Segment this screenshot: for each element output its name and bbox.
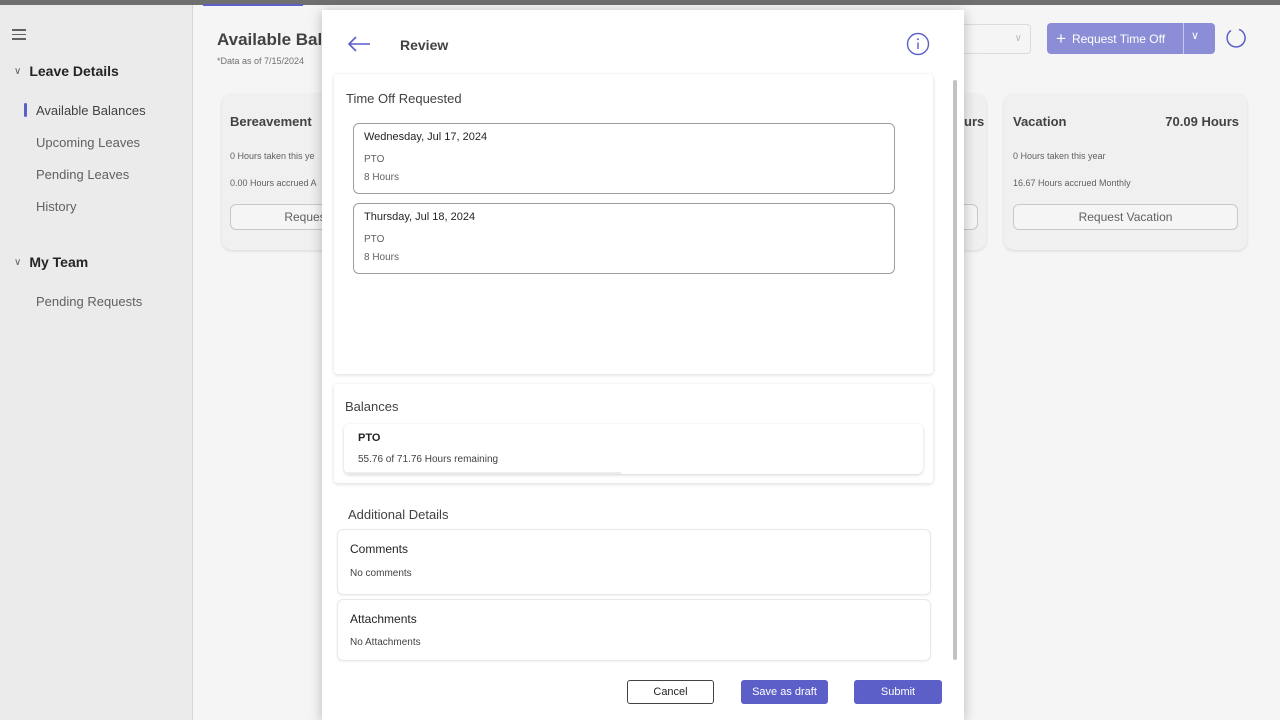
- scrollbar-thumb[interactable]: [953, 80, 957, 660]
- request-vacation-button[interactable]: Request Vacation: [1013, 204, 1238, 230]
- scrollbar[interactable]: [952, 80, 958, 665]
- page-title: Available Bala: [217, 30, 332, 49]
- nav-group-label: Leave Details: [29, 63, 119, 79]
- card-accrued: 0.00 Hours accrued A: [230, 178, 317, 188]
- request-time-off-label: Request Time Off: [1071, 31, 1166, 46]
- card-accrued: 16.67 Hours accrued Monthly: [1013, 178, 1131, 188]
- refresh-icon[interactable]: [1224, 26, 1248, 50]
- balance-name: PTO: [358, 432, 381, 444]
- card-taken: 0 Hours taken this year: [1013, 151, 1106, 161]
- day-date: Wednesday, Jul 17, 2024: [364, 131, 488, 143]
- attachments-label: Attachments: [350, 612, 417, 626]
- active-tab-indicator: [203, 4, 303, 6]
- panel-title: Review: [400, 37, 449, 53]
- time-off-requested-section: Time Off Requested Wednesday, Jul 17, 20…: [334, 74, 933, 374]
- chevron-down-icon: ∨: [14, 256, 22, 268]
- comments-value: No comments: [350, 568, 412, 579]
- back-arrow-icon[interactable]: [346, 34, 372, 54]
- attachments-field[interactable]: Attachments No Attachments: [337, 599, 931, 661]
- attachments-value: No Attachments: [350, 637, 421, 648]
- chevron-down-icon: ∨: [14, 65, 22, 77]
- section-title: Time Off Requested: [346, 91, 462, 106]
- nav-group-leave-details[interactable]: ∨ Leave Details: [14, 63, 119, 79]
- request-time-off-button[interactable]: + Request Time Off: [1047, 23, 1215, 54]
- active-indicator: [24, 103, 27, 117]
- day-hours: 8 Hours: [364, 252, 400, 263]
- day-date: Thursday, Jul 18, 2024: [364, 211, 476, 223]
- card-taken: 0 Hours taken this ye: [230, 151, 315, 161]
- day-hours: 8 Hours: [364, 172, 400, 183]
- day-type: PTO: [364, 234, 385, 245]
- day-card: Wednesday, Jul 17, 2024 PTO 8 Hours: [353, 123, 895, 194]
- day-card: Thursday, Jul 18, 2024 PTO 8 Hours: [353, 203, 895, 274]
- balance-card-pto: PTO 55.76 of 71.76 Hours remaining: [344, 424, 923, 474]
- nav-group-label: My Team: [29, 254, 89, 270]
- submit-button[interactable]: Submit: [854, 680, 942, 704]
- card-hours: 70.09 Hours: [1165, 114, 1239, 129]
- sidebar-item-pending-leaves[interactable]: Pending Leaves: [36, 167, 129, 182]
- review-panel: Review Time Off Requested Wednesday, Jul…: [322, 10, 964, 720]
- card-title: Vacation: [1013, 114, 1067, 129]
- balance-card-vacation: Vacation 70.09 Hours 0 Hours taken this …: [1004, 94, 1247, 250]
- filter-dropdown[interactable]: ∨: [963, 24, 1031, 54]
- cancel-button[interactable]: Cancel: [627, 680, 714, 704]
- sidebar: ∨ Leave Details Available Balances Upcom…: [0, 5, 193, 720]
- info-icon[interactable]: [906, 32, 930, 56]
- comments-field[interactable]: Comments No comments: [337, 529, 931, 595]
- section-title: Balances: [345, 399, 399, 414]
- sidebar-item-upcoming-leaves[interactable]: Upcoming Leaves: [36, 135, 140, 150]
- nav-group-my-team[interactable]: ∨ My Team: [14, 254, 88, 270]
- data-as-of: *Data as of 7/15/2024: [217, 56, 305, 66]
- balance-remaining: 55.76 of 71.76 Hours remaining: [358, 454, 499, 465]
- sidebar-item-history[interactable]: History: [36, 199, 76, 214]
- request-dropdown-chevron-icon[interactable]: ∨: [1191, 29, 1199, 42]
- save-as-draft-button[interactable]: Save as draft: [741, 680, 828, 704]
- day-type: PTO: [364, 154, 385, 165]
- sidebar-item-pending-requests[interactable]: Pending Requests: [36, 294, 142, 309]
- balance-card-bereavement: Bereavement 0 Hours taken this ye 0.00 H…: [222, 94, 340, 250]
- additional-details-title: Additional Details: [348, 507, 449, 522]
- card-title: Bereavement: [230, 114, 312, 129]
- split-divider: [1183, 23, 1184, 54]
- chevron-down-icon: ∨: [1014, 33, 1022, 44]
- comments-label: Comments: [350, 542, 409, 556]
- plus-icon: +: [1056, 28, 1066, 48]
- sidebar-item-available-balances[interactable]: Available Balances: [36, 103, 146, 118]
- balances-section: Balances PTO 55.76 of 71.76 Hours remain…: [334, 384, 933, 483]
- balance-progress: [344, 472, 621, 474]
- hamburger-menu-icon[interactable]: [12, 29, 26, 40]
- card-hours-fragment: urs: [964, 114, 985, 129]
